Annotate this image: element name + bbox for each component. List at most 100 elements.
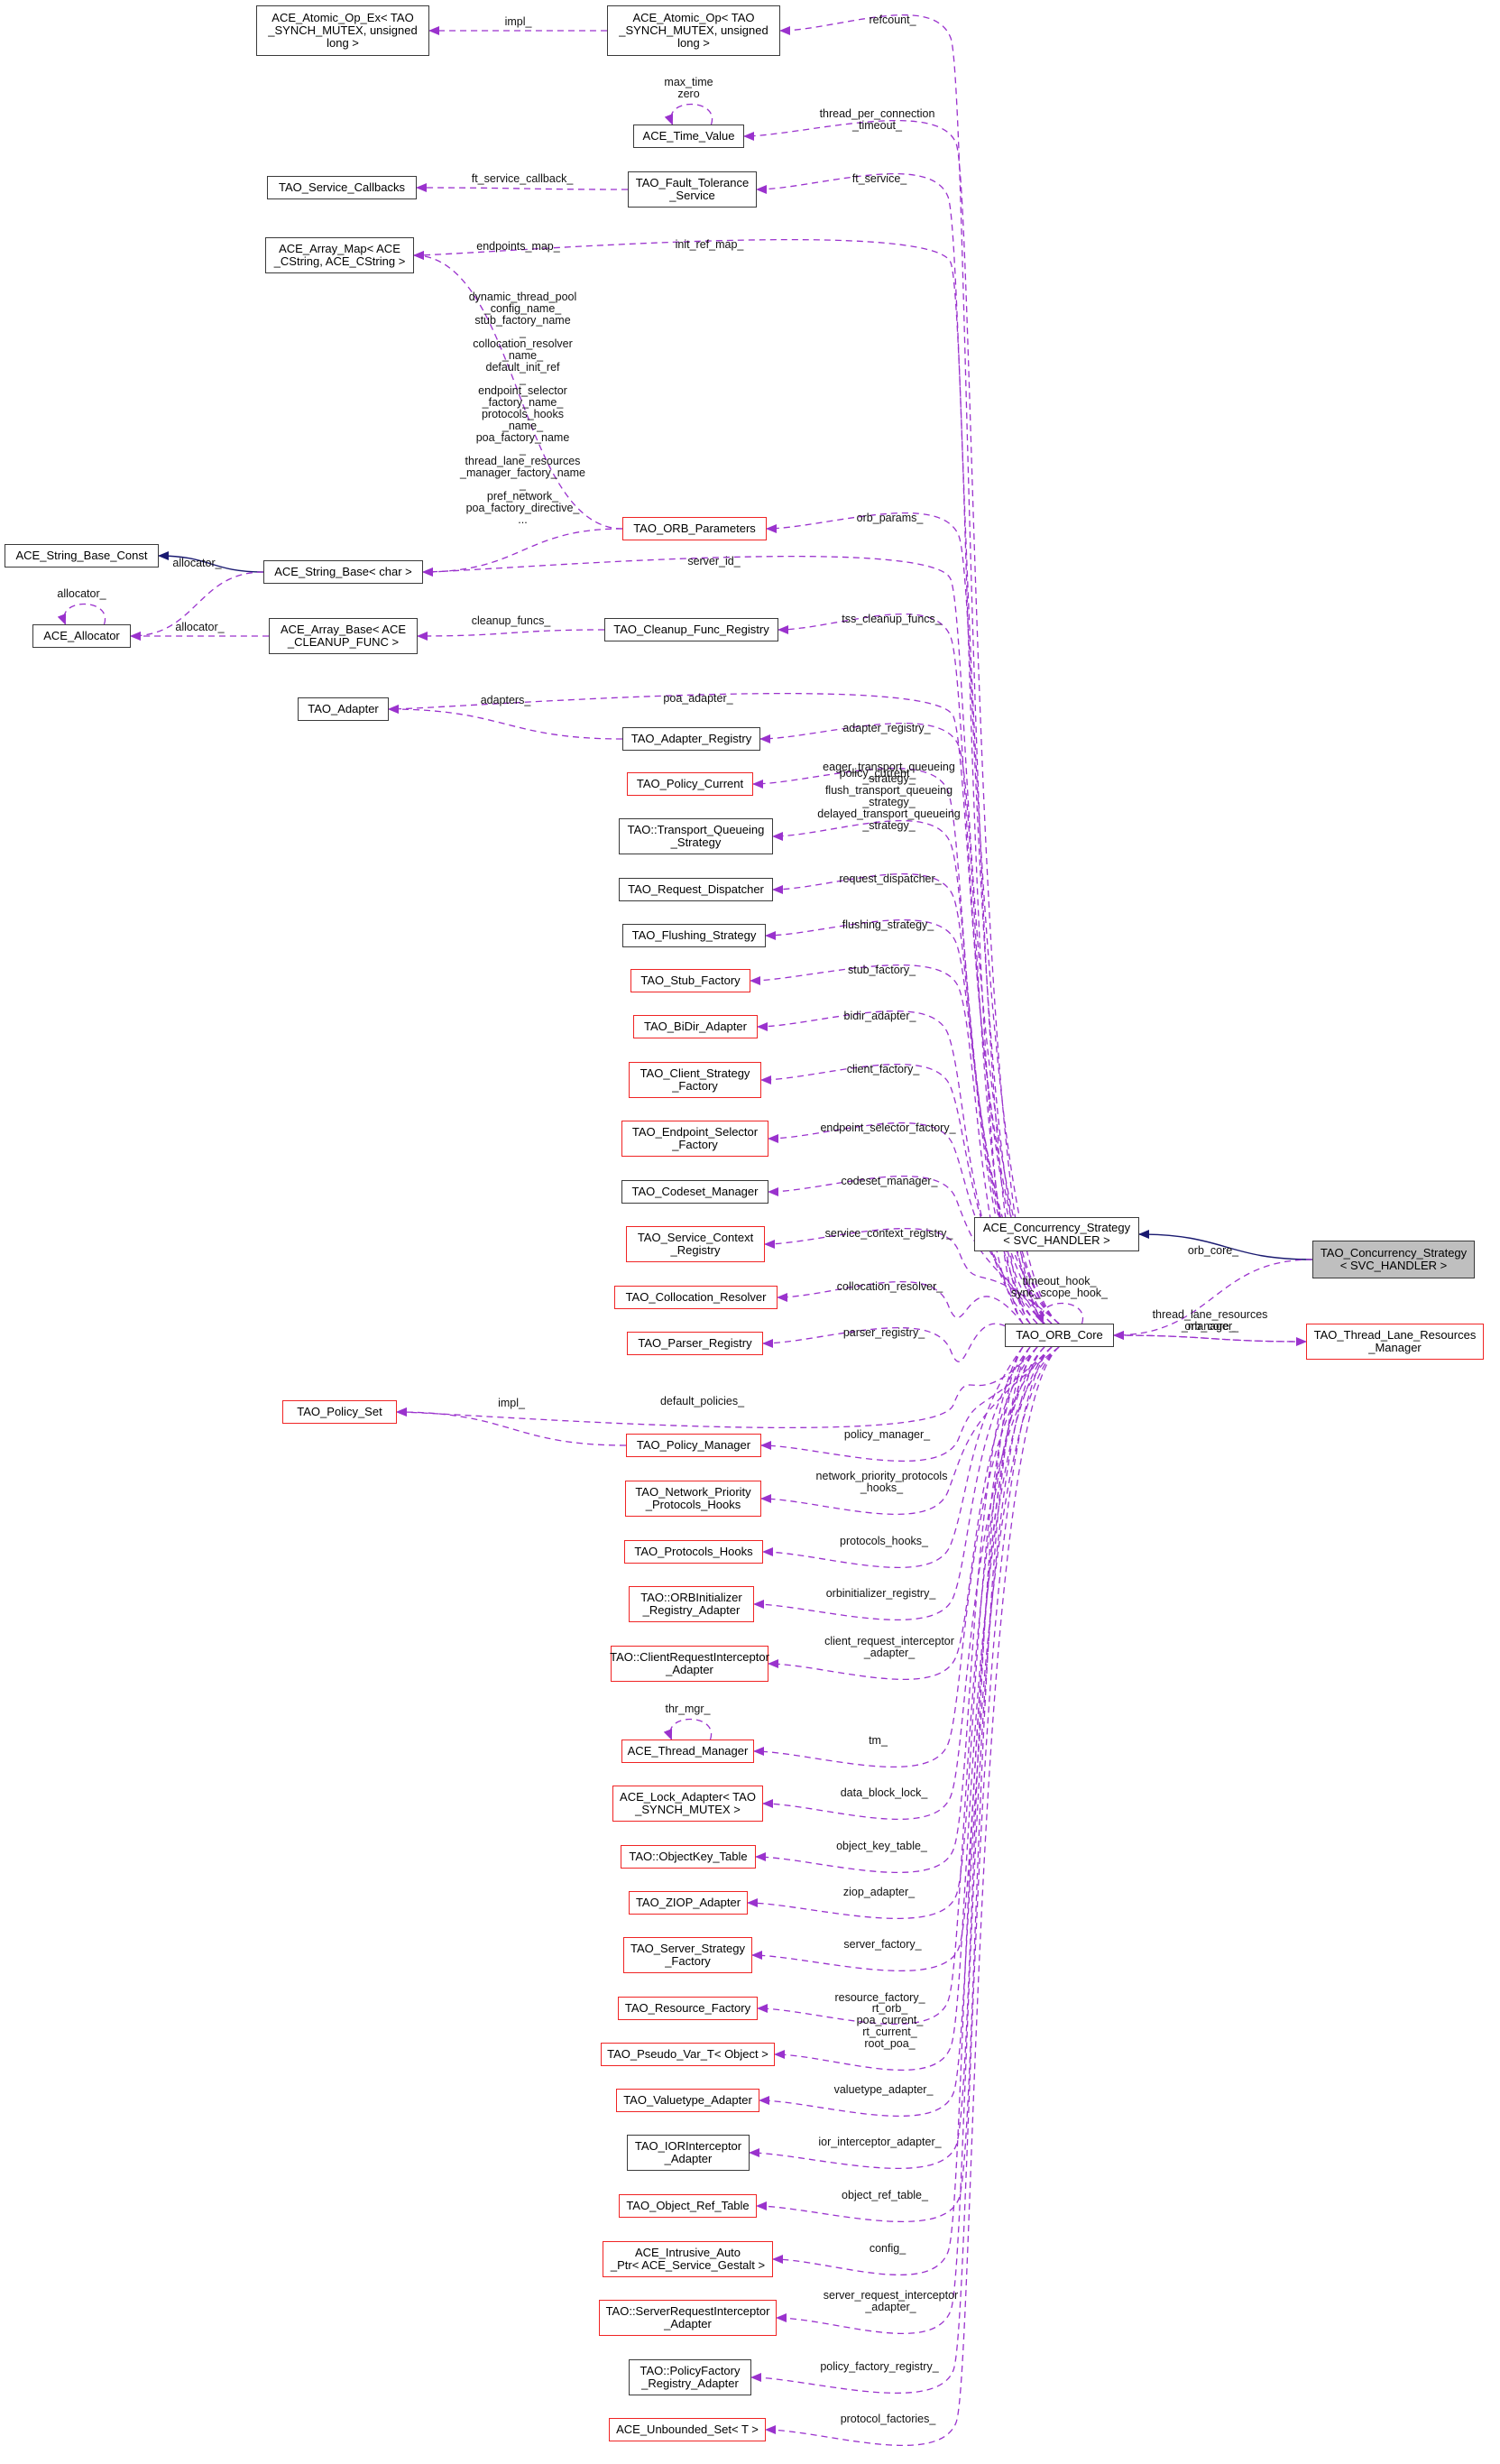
edge-label: bidir_adapter_ — [843, 1010, 916, 1022]
edge-label: protocol_factories_ — [840, 2413, 936, 2425]
edge-label: allocator_ — [172, 557, 222, 569]
edge-label: object_key_table_ — [836, 1840, 927, 1852]
edge-label: parser_registry_ — [842, 1326, 925, 1339]
edge-label: eager_transport_queueing _strategy_ flus… — [817, 761, 961, 832]
member-edge-orb-core-to-request-dispatcher — [772, 872, 1053, 1324]
class-node-adapter[interactable]: TAO_Adapter — [298, 697, 389, 721]
member-edge-orb-core-to-policy-set — [396, 1346, 1038, 1429]
class-node-client-interceptor-adapter[interactable]: TAO::ClientRequestInterceptor _Adapter — [610, 1646, 769, 1682]
class-node-array-map[interactable]: ACE_Array_Map< ACE _CString, ACE_CString… — [265, 237, 414, 273]
edge-label: ior_interceptor_adapter_ — [818, 2136, 942, 2148]
class-node-lock-adapter[interactable]: ACE_Lock_Adapter< TAO _SYNCH_MUTEX > — [612, 1786, 763, 1822]
class-node-thread-manager[interactable]: ACE_Thread_Manager — [621, 1740, 754, 1763]
edge-label: server_id_ — [687, 555, 741, 568]
class-node-array-base[interactable]: ACE_Array_Base< ACE _CLEANUP_FUNC > — [269, 618, 418, 654]
class-node-parser-registry[interactable]: TAO_Parser_Registry — [627, 1332, 763, 1355]
class-node-request-dispatcher[interactable]: TAO_Request_Dispatcher — [619, 878, 773, 901]
member-edge-orb-core-to-resource-factory — [757, 1346, 1045, 2026]
edge-label: request_dispatcher_ — [839, 872, 942, 885]
member-edge-orb-core-to-pseudo-var — [774, 1346, 1053, 2072]
class-node-intrusive-auto-ptr[interactable]: ACE_Intrusive_Auto _Ptr< ACE_Service_Ges… — [603, 2241, 773, 2277]
class-node-orbinitializer-registry[interactable]: TAO::ORBInitializer _Registry_Adapter — [629, 1586, 754, 1622]
edge-label: timeout_hook_ sync_scope_hook_ — [1010, 1275, 1109, 1299]
edge-label: adapter_registry_ — [842, 722, 931, 734]
class-node-flushing-strategy[interactable]: TAO_Flushing_Strategy — [622, 924, 766, 947]
class-node-bidir-adapter[interactable]: TAO_BiDir_Adapter — [633, 1015, 758, 1038]
class-node-string-base-const[interactable]: ACE_String_Base_Const — [5, 544, 159, 568]
edge-label: orbinitializer_registry_ — [825, 1587, 936, 1600]
class-node-ace-concurrency-strategy[interactable]: ACE_Concurrency_Strategy < SVC_HANDLER > — [974, 1217, 1139, 1251]
class-node-transport-queueing[interactable]: TAO::Transport_Queueing _Strategy — [619, 818, 773, 854]
member-edge-policy-manager-to-policy-set — [396, 1407, 627, 1446]
class-node-collocation-resolver[interactable]: TAO_Collocation_Resolver — [614, 1286, 778, 1309]
edge-label: default_policies_ — [659, 1395, 745, 1407]
edge-label: collocation_resolver_ — [836, 1280, 943, 1293]
edge-label: valuetype_adapter_ — [833, 2083, 934, 2096]
class-node-client-strategy-factory[interactable]: TAO_Client_Strategy _Factory — [629, 1062, 761, 1098]
class-node-thread-lane-manager[interactable]: TAO_Thread_Lane_Resources _Manager — [1306, 1324, 1484, 1360]
class-node-server-strategy-factory[interactable]: TAO_Server_Strategy _Factory — [623, 1937, 752, 1973]
edge-label: endpoints_map_ — [476, 240, 560, 253]
class-node-adapter-registry[interactable]: TAO_Adapter_Registry — [622, 727, 760, 751]
edge-label: refcount_ — [869, 14, 916, 26]
member-edge-fault-tolerance-to-service-callbacks — [416, 183, 629, 193]
class-node-server-interceptor-adapter[interactable]: TAO::ServerRequestInterceptor _Adapter — [599, 2300, 777, 2336]
edge-label: ft_service_ — [851, 172, 907, 185]
class-node-protocols-hooks[interactable]: TAO_Protocols_Hooks — [624, 1540, 763, 1564]
member-edge-thread-manager-to-thread-manager — [663, 1718, 713, 1740]
edge-label: policy_factory_registry_ — [820, 2360, 939, 2373]
edge-label: rt_orb_ poa_current_ rt_current_ root_po… — [856, 2002, 924, 2050]
edge-label: thread_per_connection _timeout_ — [819, 107, 935, 132]
class-node-ziop-adapter[interactable]: TAO_ZIOP_Adapter — [629, 1891, 748, 1915]
class-node-allocator[interactable]: ACE_Allocator — [32, 624, 131, 648]
class-node-codeset-manager[interactable]: TAO_Codeset_Manager — [621, 1180, 768, 1204]
member-edge-orb-core-to-thread-lane-manager — [1113, 1334, 1307, 1346]
edge-label: codeset_manager_ — [841, 1175, 938, 1187]
member-edge-orb-core-to-client-interceptor-adapter — [768, 1346, 1038, 1681]
class-node-valuetype-adapter[interactable]: TAO_Valuetype_Adapter — [616, 2089, 759, 2112]
class-node-objectkey-table[interactable]: TAO::ObjectKey_Table — [621, 1845, 756, 1869]
member-edge-orb-parameters-to-string-base — [422, 528, 623, 577]
member-edge-orb-core-to-policy-manager — [760, 1346, 1053, 1462]
class-node-service-callbacks[interactable]: TAO_Service_Callbacks — [267, 176, 417, 199]
class-node-orb-core[interactable]: TAO_ORB_Core — [1005, 1324, 1114, 1347]
member-edge-adapter-registry-to-adapter — [388, 705, 623, 740]
class-node-policyfactory-registry[interactable]: TAO::PolicyFactory _Registry_Adapter — [629, 2359, 751, 2395]
edge-label: tss_cleanup_funcs_ — [842, 613, 942, 625]
class-node-orb-parameters[interactable]: TAO_ORB_Parameters — [622, 517, 767, 540]
class-node-pseudo-var[interactable]: TAO_Pseudo_Var_T< Object > — [601, 2043, 775, 2066]
edge-label: tm_ — [869, 1734, 888, 1747]
class-node-iorinterceptor-adapter[interactable]: TAO_IORInterceptor _Adapter — [627, 2135, 750, 2171]
class-node-resource-factory[interactable]: TAO_Resource_Factory — [618, 1997, 758, 2020]
edge-label: config_ — [869, 2242, 906, 2255]
edge-label: object_ref_table_ — [842, 2189, 928, 2201]
edge-label: adapters_ — [480, 694, 531, 706]
edge-label: ziop_adapter_ — [842, 1886, 916, 1898]
edge-label: service_context_registry_ — [824, 1227, 953, 1240]
class-node-unbounded-set[interactable]: ACE_Unbounded_Set< T > — [609, 2418, 766, 2441]
class-node-string-base[interactable]: ACE_String_Base< char > — [263, 560, 423, 584]
class-node-cleanup-registry[interactable]: TAO_Cleanup_Func_Registry — [604, 618, 778, 641]
class-node-tao-concurrency-strategy[interactable]: TAO_Concurrency_Strategy < SVC_HANDLER > — [1312, 1241, 1475, 1278]
class-node-policy-manager[interactable]: TAO_Policy_Manager — [626, 1434, 761, 1457]
class-node-policy-current[interactable]: TAO_Policy_Current — [627, 772, 753, 796]
edge-label: cleanup_funcs_ — [471, 614, 551, 627]
class-node-policy-set[interactable]: TAO_Policy_Set — [282, 1400, 397, 1424]
edge-label: client_factory_ — [846, 1063, 920, 1075]
edge-label: client_request_interceptor _adapter_ — [824, 1635, 954, 1659]
class-node-fault-tolerance[interactable]: TAO_Fault_Tolerance _Service — [628, 171, 757, 208]
class-node-stub-factory[interactable]: TAO_Stub_Factory — [630, 969, 750, 992]
class-node-network-priority-hooks[interactable]: TAO_Network_Priority _Protocols_Hooks — [625, 1481, 761, 1517]
class-node-object-ref-table[interactable]: TAO_Object_Ref_Table — [619, 2194, 757, 2218]
class-node-atomic-op-ex[interactable]: ACE_Atomic_Op_Ex< TAO _SYNCH_MUTEX, unsi… — [256, 5, 429, 56]
edge-label: network_priority_protocols _hooks_ — [815, 1470, 948, 1494]
class-node-time-value[interactable]: ACE_Time_Value — [633, 125, 744, 148]
class-node-endpoint-selector-factory[interactable]: TAO_Endpoint_Selector _Factory — [621, 1121, 768, 1157]
member-edge-allocator-to-allocator — [57, 603, 106, 625]
edge-label: poa_adapter_ — [663, 692, 733, 705]
edge-label: init_ref_map_ — [675, 238, 744, 251]
member-edge-orb-core-to-fault-tolerance — [756, 172, 1060, 1324]
edge-label: allocator_ — [57, 587, 106, 600]
class-node-atomic-op[interactable]: ACE_Atomic_Op< TAO _SYNCH_MUTEX, unsigne… — [607, 5, 780, 56]
class-node-service-context-registry[interactable]: TAO_Service_Context _Registry — [626, 1226, 765, 1262]
